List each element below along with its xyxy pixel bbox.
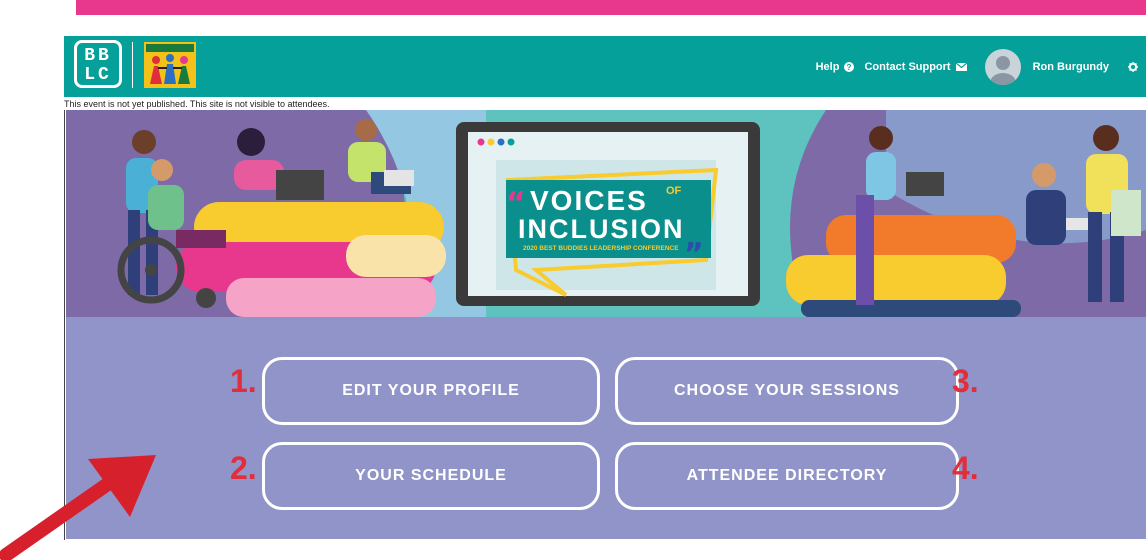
logo-text-line1: BB: [84, 46, 112, 66]
banner-title-of: OF: [666, 185, 682, 197]
step-number-2: 2.: [230, 450, 257, 486]
edit-profile-button[interactable]: EDIT YOUR PROFILE: [262, 357, 600, 425]
envelope-icon: [955, 62, 967, 71]
edit-profile-label: EDIT YOUR PROFILE: [342, 382, 520, 399]
banner-subtitle: 2020 BEST BUDDIES LEADERSHIP CONFERENCE: [523, 245, 679, 252]
help-link[interactable]: Help ?: [816, 61, 855, 73]
svg-text:?: ?: [847, 63, 852, 72]
banner-title-line1: VOICES: [530, 185, 648, 216]
step-number-4: 4.: [952, 450, 979, 486]
attendee-directory-button[interactable]: ATTENDEE DIRECTORY: [615, 442, 959, 510]
question-circle-icon: ?: [844, 61, 855, 72]
your-schedule-button[interactable]: YOUR SCHEDULE: [262, 442, 600, 510]
contact-support-link[interactable]: Contact Support: [864, 60, 967, 73]
settings-button[interactable]: [1123, 61, 1138, 72]
top-accent-bar: [76, 0, 1146, 15]
person-silhouette-icon: [989, 55, 1016, 85]
bblc-logo[interactable]: BB LC: [74, 40, 122, 88]
user-menu[interactable]: Ron Burgundy: [1033, 61, 1109, 73]
step-number-1: 1.: [230, 363, 257, 399]
header-nav: Help ? Contact Support Ron Burgundy: [806, 36, 1138, 97]
your-schedule-label: YOUR SCHEDULE: [355, 467, 507, 484]
step-number-3: 3.: [952, 363, 979, 399]
contact-support-label: Contact Support: [864, 60, 951, 73]
svg-text:”: ”: [684, 237, 704, 272]
logo-divider: [132, 42, 133, 88]
choose-sessions-label: CHOOSE YOUR SESSIONS: [674, 382, 900, 399]
logo-text-line2: LC: [84, 65, 112, 85]
conference-banner: “ VOICES OF INCLUSION 2020 BEST BUDDIES …: [66, 110, 1146, 317]
attendee-directory-label: ATTENDEE DIRECTORY: [686, 467, 888, 484]
chevron-left-icon[interactable]: ‹: [58, 396, 62, 410]
user-avatar[interactable]: [984, 48, 1021, 85]
help-label: Help: [815, 60, 840, 73]
user-name: Ron Burgundy: [1032, 60, 1109, 73]
banner-title-line2: INCLUSION: [518, 214, 685, 244]
red-pointer-arrow: [0, 455, 156, 560]
unpublished-notice: This event is not yet published. This si…: [64, 99, 330, 109]
top-navigation-bar: BB LC Help ? Contact Support Ron Burgund…: [64, 36, 1146, 97]
best-buddies-logo: [144, 42, 196, 88]
gear-icon: [1128, 61, 1138, 72]
choose-sessions-button[interactable]: CHOOSE YOUR SESSIONS: [615, 357, 959, 425]
main-content-area: 1. EDIT YOUR PROFILE CHOOSE YOUR SESSION…: [66, 317, 1146, 539]
